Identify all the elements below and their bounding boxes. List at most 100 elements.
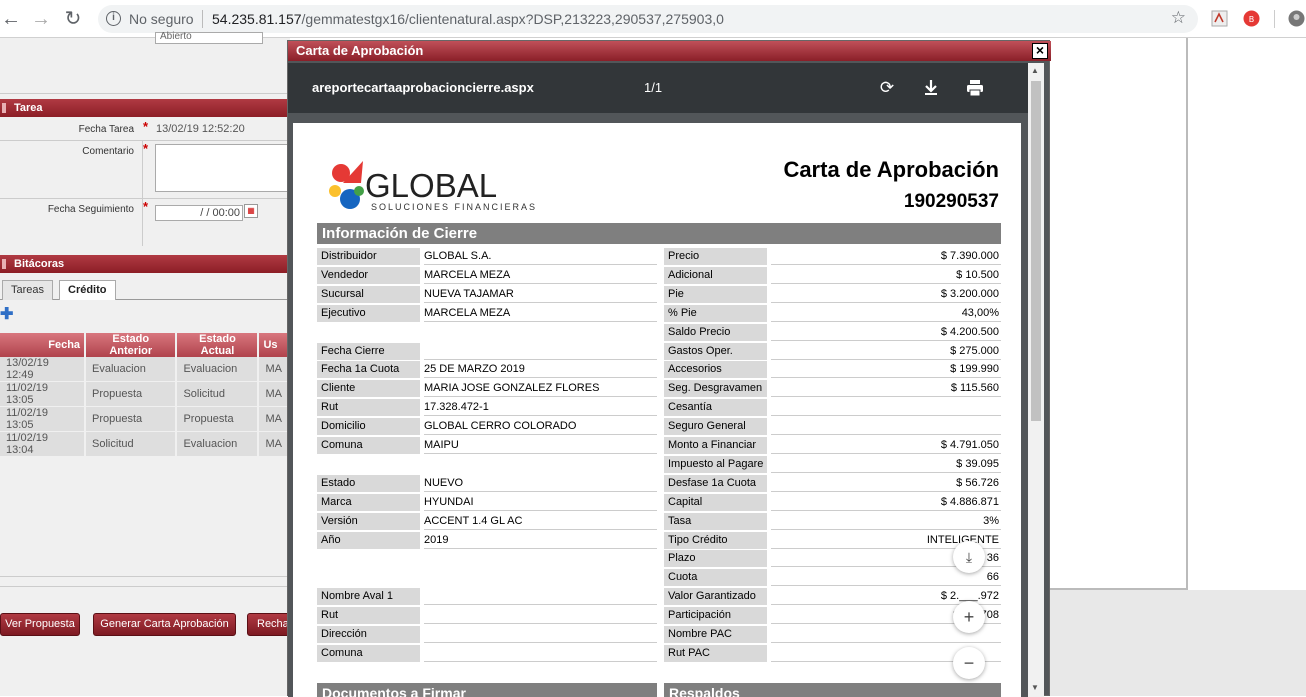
info-row: Cliente MARIA JOSE GONZALEZ FLORES bbox=[317, 379, 657, 398]
cell: Evaluacion bbox=[176, 431, 260, 457]
info-value: $ 10.500 bbox=[771, 267, 1001, 284]
pdf-toolbar: areportecartaaprobacioncierre.aspx 1/1 ⟳ bbox=[288, 63, 1028, 113]
info-key: Versión bbox=[317, 512, 420, 530]
info-value: 2019 bbox=[424, 532, 657, 549]
cell: Solicitud bbox=[176, 381, 260, 407]
extension-badge-icon[interactable]: B bbox=[1243, 10, 1260, 27]
logo-subtext: SOLUCIONES FINANCIERAS bbox=[371, 202, 537, 212]
divider bbox=[0, 576, 290, 577]
top-select[interactable]: Abierto bbox=[155, 32, 263, 44]
info-row: Fecha 1a Cuota 25 DE MARZO 2019 bbox=[317, 360, 657, 379]
zoom-out-icon[interactable]: − bbox=[953, 647, 985, 679]
info-key: Ejecutivo bbox=[317, 304, 420, 322]
scroll-thumb[interactable] bbox=[1031, 81, 1041, 421]
info-key: Año bbox=[317, 531, 420, 549]
fit-page-icon[interactable]: ⤓ bbox=[953, 541, 985, 573]
info-key: Distribuidor bbox=[317, 248, 420, 265]
close-icon[interactable]: × bbox=[1032, 43, 1048, 59]
scroll-down-icon[interactable]: ▼ bbox=[1031, 683, 1039, 692]
tarea-header: Tarea bbox=[0, 99, 290, 117]
document-number: 190290537 bbox=[903, 191, 999, 212]
info-key: Participación bbox=[664, 607, 767, 625]
info-row: Accesorios $ 199.990 bbox=[664, 360, 1001, 379]
info-key: Fecha 1a Cuota bbox=[317, 361, 420, 379]
info-row: Fecha Cierre bbox=[317, 342, 657, 361]
info-value: 3% bbox=[771, 513, 1001, 530]
info-row: Marca HYUNDAI bbox=[317, 493, 657, 512]
info-value: 43,00% bbox=[771, 305, 1001, 322]
info-value: $ 3.200.000 bbox=[771, 286, 1001, 303]
info-key: Saldo Precio bbox=[664, 323, 767, 341]
table-row[interactable]: 11/02/19 13:05 Propuesta Solicitud MA bbox=[0, 381, 290, 407]
tab-tareas[interactable]: Tareas bbox=[2, 280, 54, 300]
rotate-icon[interactable]: ⟳ bbox=[876, 77, 898, 99]
pdf-extension-icon[interactable] bbox=[1211, 10, 1228, 27]
info-value bbox=[771, 418, 1001, 436]
info-key: Pie bbox=[664, 285, 767, 303]
generar-carta-button[interactable]: Generar Carta Aprobación bbox=[93, 613, 236, 636]
reload-icon[interactable]: ↻ bbox=[62, 8, 84, 30]
info-row: Rut bbox=[317, 606, 657, 625]
info-key: Precio bbox=[664, 248, 767, 265]
print-icon[interactable] bbox=[964, 77, 986, 99]
info-row: Rut 17.328.472-1 bbox=[317, 398, 657, 417]
col-estado-actual[interactable]: Estado Actual bbox=[176, 333, 260, 357]
info-key: Accesorios bbox=[664, 361, 767, 379]
info-value: HYUNDAI bbox=[424, 494, 657, 511]
profile-avatar[interactable] bbox=[1288, 10, 1305, 27]
info-row: Cesantía bbox=[664, 398, 1001, 417]
info-row: Nombre PAC bbox=[664, 625, 1001, 644]
info-key: Fecha Cierre bbox=[317, 342, 420, 360]
download-icon[interactable] bbox=[920, 77, 942, 99]
info-value: GLOBAL CERRO COLORADO bbox=[424, 418, 657, 436]
url-text[interactable]: 54.235.81.157/gemmatestgx16/clientenatur… bbox=[212, 11, 724, 27]
zoom-in-icon[interactable]: + bbox=[953, 601, 985, 633]
address-bar[interactable]: i No seguro 54.235.81.157/gemmatestgx16/… bbox=[98, 5, 1198, 33]
ver-propuesta-button[interactable]: Ver Propuesta bbox=[0, 613, 80, 636]
top-area bbox=[0, 48, 290, 94]
info-key: Seg. Desgravamen bbox=[664, 380, 767, 398]
info-row: Impuesto al Pagare $ 39.095 bbox=[664, 455, 1001, 474]
pdf-page-indicator: 1/1 bbox=[644, 80, 663, 95]
bookmark-star-icon[interactable]: ☆ bbox=[1171, 8, 1186, 28]
table-row[interactable]: 13/02/19 12:49 Evaluacion Evaluacion MA bbox=[0, 357, 290, 382]
fecha-seguimiento-input[interactable]: / / 00:00 bbox=[155, 205, 243, 221]
col-fecha[interactable]: Fecha bbox=[0, 333, 87, 357]
table-row[interactable]: 11/02/19 13:04 Solicitud Evaluacion MA bbox=[0, 431, 290, 457]
info-value: 17.328.472-1 bbox=[424, 399, 657, 417]
info-row: Dirección bbox=[317, 625, 657, 644]
cell: Solicitud bbox=[85, 431, 178, 457]
security-label: No seguro bbox=[129, 11, 194, 27]
table-row[interactable]: 11/02/19 13:05 Propuesta Propuesta MA bbox=[0, 406, 290, 432]
comentario-textarea[interactable] bbox=[155, 144, 290, 192]
add-icon[interactable]: ✚ bbox=[0, 307, 14, 323]
dialog-scrollbar[interactable]: ▲ ▼ bbox=[1028, 63, 1044, 697]
info-row: Plazo 36 bbox=[664, 549, 1001, 568]
info-row: Pie $ 3.200.000 bbox=[664, 285, 1001, 304]
info-value: $ 56.726 bbox=[771, 475, 1001, 492]
back-arrow-icon[interactable]: ← bbox=[0, 8, 22, 30]
col-estado-anterior[interactable]: Estado Anterior bbox=[85, 333, 178, 357]
info-cierre-header: Información de Cierre bbox=[317, 223, 1001, 244]
cell: Propuesta bbox=[85, 381, 178, 407]
cell: MA bbox=[258, 406, 290, 432]
right-panel bbox=[1050, 38, 1188, 590]
info-icon[interactable]: i bbox=[106, 11, 121, 26]
info-value: $ 199.990 bbox=[771, 361, 1001, 379]
info-value bbox=[424, 324, 657, 341]
info-row: Nombre Aval 1 bbox=[317, 587, 657, 606]
info-row: Participación$ ___708 bbox=[664, 606, 1001, 625]
col-usuario[interactable]: Us bbox=[258, 333, 290, 357]
tab-credito[interactable]: Crédito bbox=[59, 280, 116, 300]
info-key: Sucursal bbox=[317, 285, 420, 303]
info-key: Cliente bbox=[317, 380, 420, 398]
forward-arrow-icon[interactable]: → bbox=[30, 8, 52, 30]
info-row bbox=[317, 568, 657, 587]
info-key: Comuna bbox=[317, 437, 420, 454]
info-key: Comuna bbox=[317, 644, 420, 662]
info-value: $ 115.560 bbox=[771, 380, 1001, 398]
scroll-up-icon[interactable]: ▲ bbox=[1031, 66, 1039, 75]
info-row: Año 2019 bbox=[317, 531, 657, 550]
required-mark: * bbox=[143, 119, 149, 134]
calendar-icon[interactable]: ▦ bbox=[244, 204, 258, 218]
